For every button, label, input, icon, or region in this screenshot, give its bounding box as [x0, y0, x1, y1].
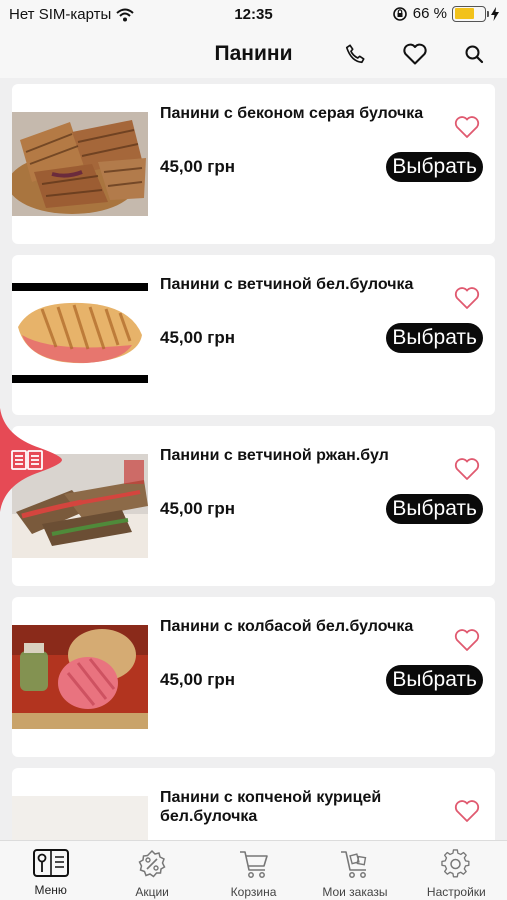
favorites-heart-icon[interactable] [401, 40, 429, 68]
tab-menu[interactable]: Меню [0, 841, 101, 900]
product-price: 45,00 грн [160, 499, 235, 518]
select-button[interactable]: Выбрать [386, 323, 483, 353]
battery-icon [452, 5, 489, 22]
page-title: Панини [214, 42, 293, 65]
product-name[interactable]: Панини с ветчиной ржан.бул [160, 446, 450, 465]
select-button[interactable]: Выбрать [386, 665, 483, 695]
product-price: 45,00 грн [160, 328, 235, 347]
status-right: 66 % [392, 5, 499, 22]
panini-ham-white-photo[interactable] [12, 283, 148, 387]
tab-settings[interactable]: Настройки [406, 841, 507, 900]
product-name[interactable]: Панини с беконом серая булочка [160, 104, 450, 123]
categories-side-tab[interactable] [0, 408, 62, 512]
product-card[interactable]: Панини с беконом серая булочка 45,00 грн… [12, 84, 495, 244]
tab-label: Настройки [426, 885, 486, 899]
heart-icon[interactable] [453, 114, 481, 140]
product-card[interactable]: Панини с ветчиной бел.булочка 45,00 грн … [12, 255, 495, 415]
product-card[interactable]: Панини с колбасой бел.булочка 45,00 грн … [12, 597, 495, 757]
product-name[interactable]: Панини с копченой курицей бел.булочка [160, 788, 450, 826]
tab-orders[interactable]: Мои заказы [304, 841, 405, 900]
select-button[interactable]: Выбрать [386, 152, 483, 182]
panini-sausage-photo[interactable] [12, 625, 148, 729]
tab-promotions[interactable]: Акции [101, 841, 202, 900]
panini-bacon-photo[interactable] [12, 112, 148, 216]
select-button[interactable]: Выбрать [386, 494, 483, 524]
phone-icon[interactable] [341, 40, 369, 68]
battery-percent: 66 % [412, 5, 447, 22]
heart-icon[interactable] [453, 627, 481, 653]
search-icon[interactable] [460, 40, 488, 68]
menu-book-icon [32, 849, 69, 877]
tab-label: Акции [135, 885, 169, 899]
gear-icon [441, 849, 470, 878]
nav-bar: Панини [0, 30, 507, 78]
orientation-lock-icon [392, 6, 407, 21]
heart-icon[interactable] [453, 285, 481, 311]
charging-icon [491, 6, 499, 21]
product-price: 45,00 грн [160, 670, 235, 689]
product-card[interactable]: Панини с ветчиной ржан.бул 45,00 грн Выб… [12, 426, 495, 586]
status-bar: Нет SIM-карты 12:35 66 % [0, 0, 507, 30]
product-name[interactable]: Панини с ветчиной бел.булочка [160, 275, 450, 294]
product-price: 45,00 грн [160, 157, 235, 176]
heart-icon[interactable] [453, 798, 481, 824]
tab-label: Меню [34, 883, 67, 897]
tab-label: Корзина [230, 885, 277, 899]
tab-bar: Меню Акции Корзина Мои заказы Настройки [0, 840, 507, 900]
cart-icon [239, 851, 268, 878]
product-list: Панини с беконом серая булочка 45,00 грн… [12, 84, 495, 900]
tab-cart[interactable]: Корзина [203, 841, 304, 900]
heart-icon[interactable] [453, 456, 481, 482]
product-name[interactable]: Панини с колбасой бел.булочка [160, 617, 450, 636]
tab-label: Мои заказы [322, 885, 388, 899]
discount-icon [138, 849, 166, 878]
orders-cart-icon [340, 851, 367, 878]
